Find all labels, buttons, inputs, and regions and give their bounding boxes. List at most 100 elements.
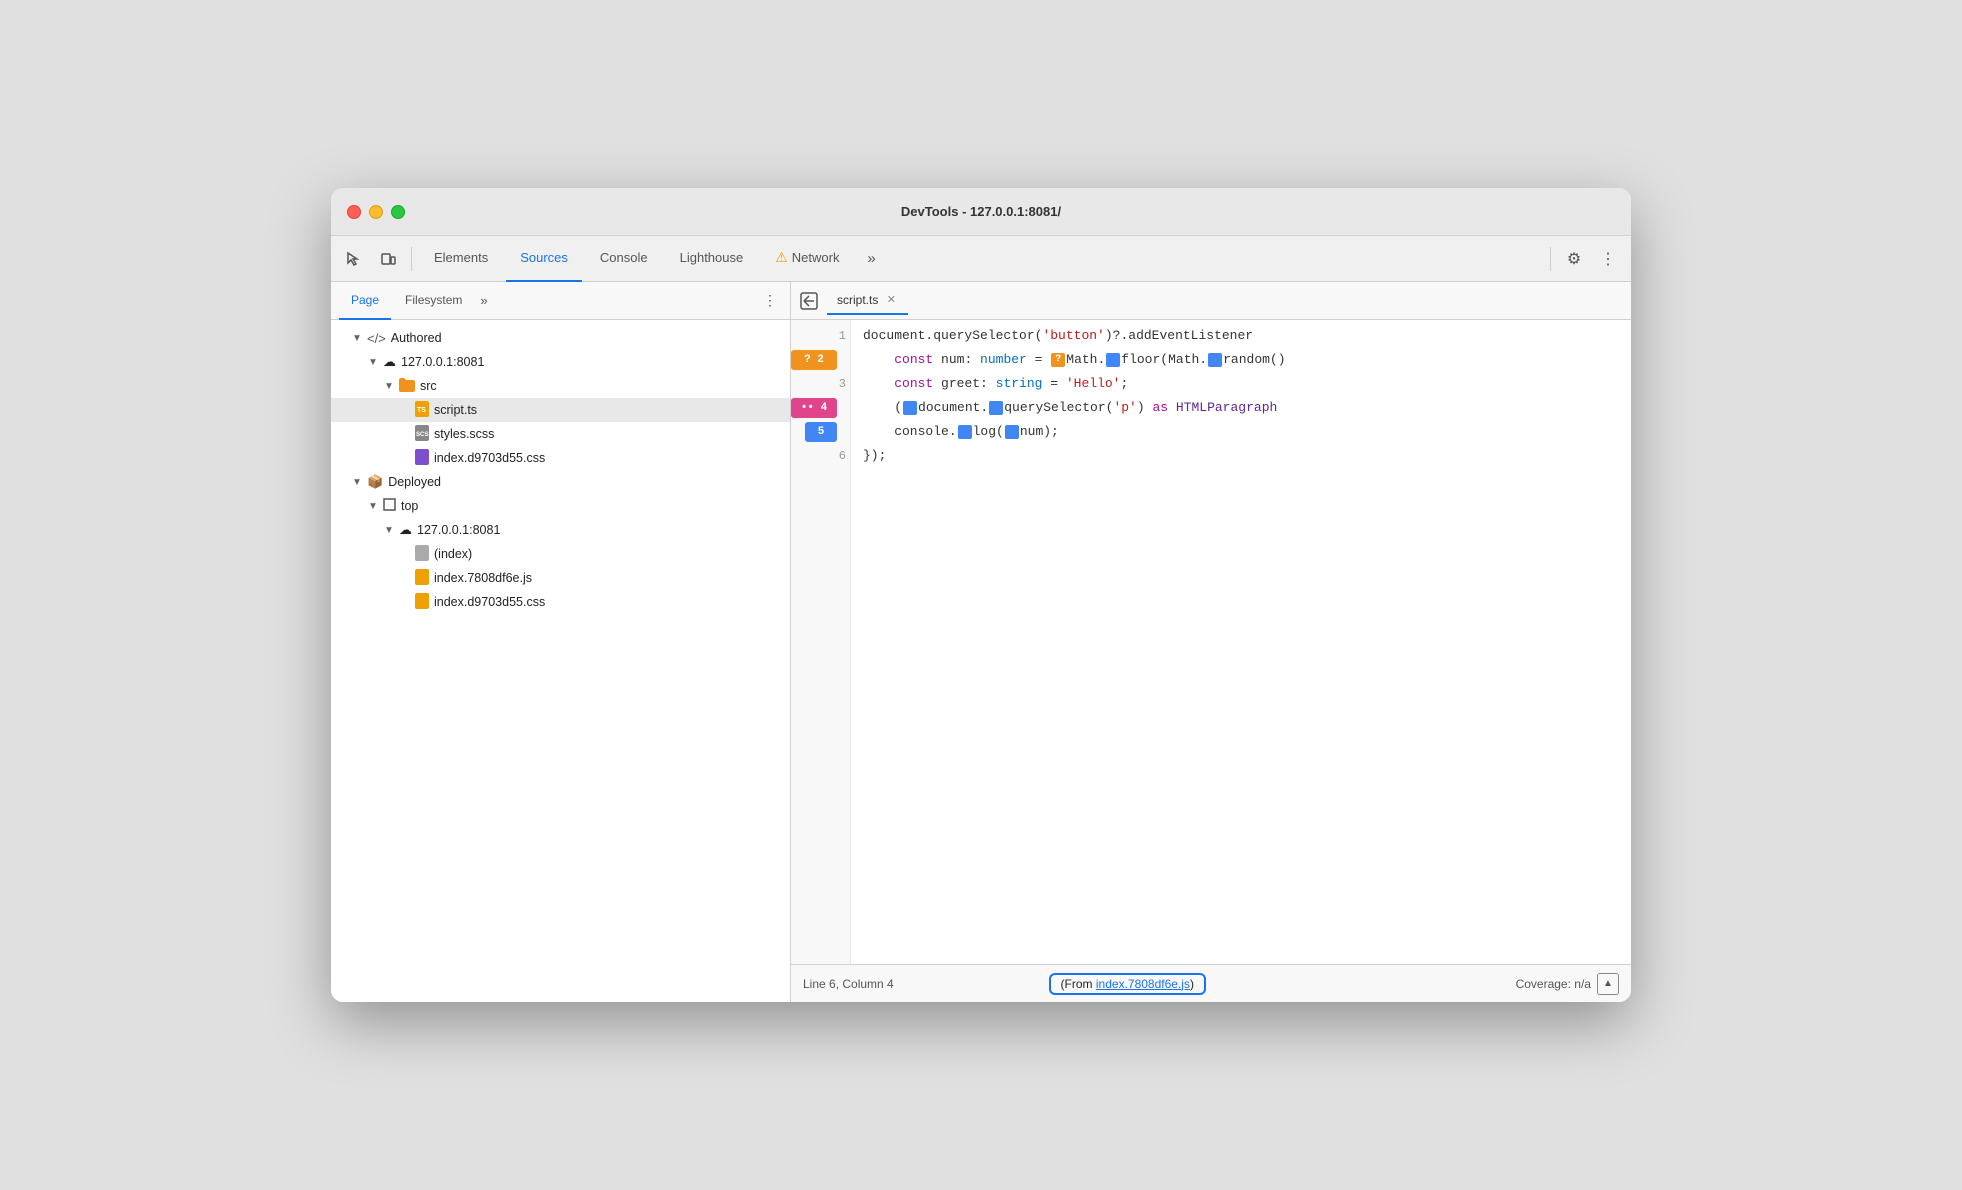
code-line-5: console.log(num); [863,420,1619,444]
file-gray-icon [415,545,429,564]
folder-svg [399,378,415,392]
tree-item-top[interactable]: ▼ top [331,494,790,518]
tree-item-index-js[interactable]: index.7808df6e.js [331,566,790,590]
arrow-src: ▼ [383,381,395,392]
file-css2-svg [415,593,429,609]
arrow-authored: ▼ [351,333,363,344]
tab-lighthouse[interactable]: Lighthouse [666,236,758,282]
file-css-icon [415,449,429,468]
file-tree: ▼ </> Authored ▼ ☁ 127.0.0.1:8081 ▼ [331,320,790,1002]
source-link[interactable]: index.7808df6e.js [1096,977,1190,991]
file-js-icon [415,569,429,588]
tree-item-deployed-host[interactable]: ▼ ☁ 127.0.0.1:8081 [331,518,790,542]
file-scss-svg: SCSS [415,425,429,441]
cursor-icon [346,251,362,267]
tree-item-index-css2[interactable]: index.d9703d55.css [331,590,790,614]
tree-item-authored-host[interactable]: ▼ ☁ 127.0.0.1:8081 [331,350,790,374]
inspect-element-button[interactable] [339,244,369,274]
close-button[interactable] [347,205,361,219]
tree-item-authored[interactable]: ▼ </> Authored [331,326,790,350]
toolbar-divider [411,247,412,271]
coverage-icon[interactable]: ▲ [1597,973,1619,995]
cloud-icon-1: ☁ [383,354,396,370]
line-num-4: •• 4 [791,396,850,420]
back-icon-svg [800,292,818,310]
breakpoint-5[interactable]: 5 [805,422,837,442]
code-editor[interactable]: 1 ? 2 3 •• 4 5 [791,320,1631,964]
main-toolbar: Elements Sources Console Lighthouse ⚠ Ne… [331,236,1631,282]
source-badge: (From index.7808df6e.js) [1049,973,1206,995]
traffic-lights [347,205,405,219]
window-title: DevTools - 127.0.0.1:8081/ [901,204,1061,219]
close-tab-button[interactable]: ✕ [884,293,898,307]
tab-sources[interactable]: Sources [506,236,582,282]
coverage-status: Coverage: n/a ▲ [1516,973,1619,995]
code-line-1: document.querySelector('button')?.addEve… [863,324,1619,348]
line-num-6: 6 [791,444,850,468]
code-content[interactable]: document.querySelector('button')?.addEve… [851,320,1631,964]
line-num-1: 1 [791,324,850,348]
code-line-4: (document.querySelector('p') as HTMLPara… [863,396,1619,420]
back-to-file-icon[interactable] [795,287,823,315]
folder-icon [399,378,415,395]
file-css-svg [415,449,429,465]
arrow-deployed: ▼ [351,477,363,488]
tree-item-script-ts[interactable]: TS script.ts [331,398,790,422]
minimize-button[interactable] [369,205,383,219]
more-sub-tabs-button[interactable]: » [476,293,491,308]
maximize-button[interactable] [391,205,405,219]
tree-item-index-css[interactable]: index.d9703d55.css [331,446,790,470]
more-tabs-button[interactable]: » [857,245,885,273]
code-line-3: const greet: string = 'Hello'; [863,372,1619,396]
devtools-window: DevTools - 127.0.0.1:8081/ Elements Sour… [331,188,1631,1002]
status-bar: Line 6, Column 4 (From index.7808df6e.js… [791,964,1631,1002]
svg-text:SCSS: SCSS [416,432,429,438]
right-panel: script.ts ✕ 1 ? 2 3 [791,282,1631,1002]
code-line-6: }); [863,444,1619,468]
breakpoint-4[interactable]: •• 4 [791,398,837,418]
file-js-svg [415,569,429,585]
file-css2-icon [415,593,429,612]
toolbar-divider-right [1550,247,1551,271]
sub-tab-filesystem[interactable]: Filesystem [393,282,474,320]
toolbar-right: ⚙ ⋮ [1546,244,1623,274]
main-content: Page Filesystem » ⋮ ▼ </> Authored [331,282,1631,1002]
warning-icon: ⚠ [775,249,788,266]
open-file-tab[interactable]: script.ts ✕ [827,287,908,315]
breakpoint-2[interactable]: ? 2 [791,350,837,370]
deployed-icon: 📦 [367,474,383,490]
file-ts-svg: TS [415,401,429,417]
line-num-2: ? 2 [791,348,850,372]
top-icon [383,498,396,514]
device-icon [380,251,396,267]
tab-network[interactable]: ⚠ Network [761,236,853,282]
left-panel: Page Filesystem » ⋮ ▼ </> Authored [331,282,791,1002]
tab-elements[interactable]: Elements [420,236,502,282]
tree-item-index-file[interactable]: (index) [331,542,790,566]
svg-text:TS: TS [417,407,426,414]
arrow-top: ▼ [367,501,379,512]
arrow-deployed-host: ▼ [383,525,395,536]
sub-toolbar: Page Filesystem » ⋮ [331,282,790,320]
code-line-2: const num: number = ?Math.floor(Math.ran… [863,348,1619,372]
sub-toolbar-menu-button[interactable]: ⋮ [758,289,782,313]
sub-tab-page[interactable]: Page [339,282,391,320]
tab-console[interactable]: Console [586,236,662,282]
file-gray-svg [415,545,429,561]
device-toolbar-button[interactable] [373,244,403,274]
settings-button[interactable]: ⚙ [1559,244,1589,274]
file-ts-icon: TS [415,401,429,420]
authored-icon: </> [367,331,386,346]
tree-item-styles-scss[interactable]: SCSS styles.scss [331,422,790,446]
cloud-icon-2: ☁ [399,522,412,538]
editor-tabs: script.ts ✕ [791,282,1631,320]
tree-item-deployed[interactable]: ▼ 📦 Deployed [331,470,790,494]
file-scss-icon: SCSS [415,425,429,444]
square-svg [383,498,396,511]
line-numbers: 1 ? 2 3 •• 4 5 [791,320,851,964]
more-options-button[interactable]: ⋮ [1593,244,1623,274]
title-bar: DevTools - 127.0.0.1:8081/ [331,188,1631,236]
line-num-5: 5 [791,420,850,444]
tree-item-src[interactable]: ▼ src [331,374,790,398]
line-num-3: 3 [791,372,850,396]
